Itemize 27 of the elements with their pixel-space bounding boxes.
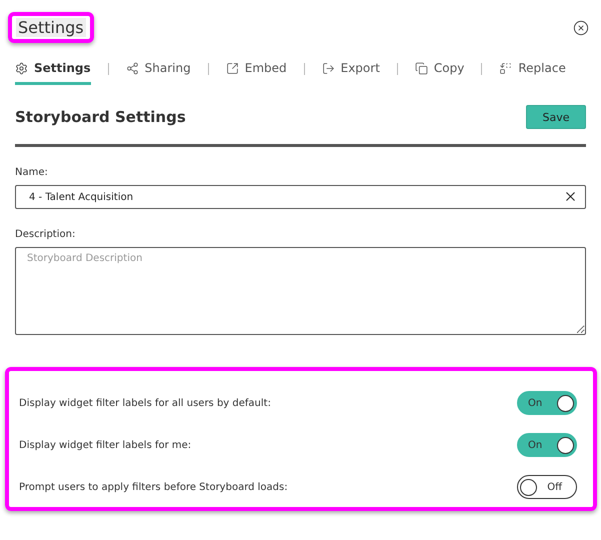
- share-icon: [126, 62, 139, 74]
- dialog-title: Settings: [16, 18, 86, 37]
- toggle-switch[interactable]: Off: [517, 475, 577, 499]
- toggle-switch[interactable]: On: [517, 391, 577, 415]
- copy-icon: [414, 62, 428, 74]
- export-icon: [322, 62, 335, 74]
- section-title: Storyboard Settings: [15, 108, 186, 126]
- tab[interactable]: Copy: [414, 57, 464, 85]
- toggle-label: Display widget filter labels for all users by default:: [19, 398, 271, 408]
- tab[interactable]: Sharing: [126, 57, 191, 85]
- tab[interactable]: Export: [322, 57, 380, 85]
- tab[interactable]: Embed: [226, 57, 287, 85]
- save-button[interactable]: Save: [526, 105, 586, 129]
- embed-icon: [226, 62, 239, 74]
- field-label: Name:: [15, 167, 49, 178]
- field-label: Description:: [15, 229, 76, 240]
- tab[interactable]: Settings: [15, 57, 91, 85]
- tab[interactable]: Replace: [499, 57, 566, 85]
- toggle-label: Display widget filter labels for me:: [19, 440, 192, 450]
- description-field[interactable]: Storyboard Description: [15, 247, 586, 335]
- name-field[interactable]: 4 - Talent Acquisition: [15, 185, 586, 209]
- clear-button[interactable]: [563, 189, 578, 204]
- toggle-switch[interactable]: On: [517, 433, 577, 457]
- settings-icon: [15, 62, 28, 74]
- close-button[interactable]: [573, 20, 589, 36]
- replace-icon: [499, 62, 512, 74]
- toggle-label: Prompt users to apply filters before Storyboard loads:: [19, 482, 288, 492]
